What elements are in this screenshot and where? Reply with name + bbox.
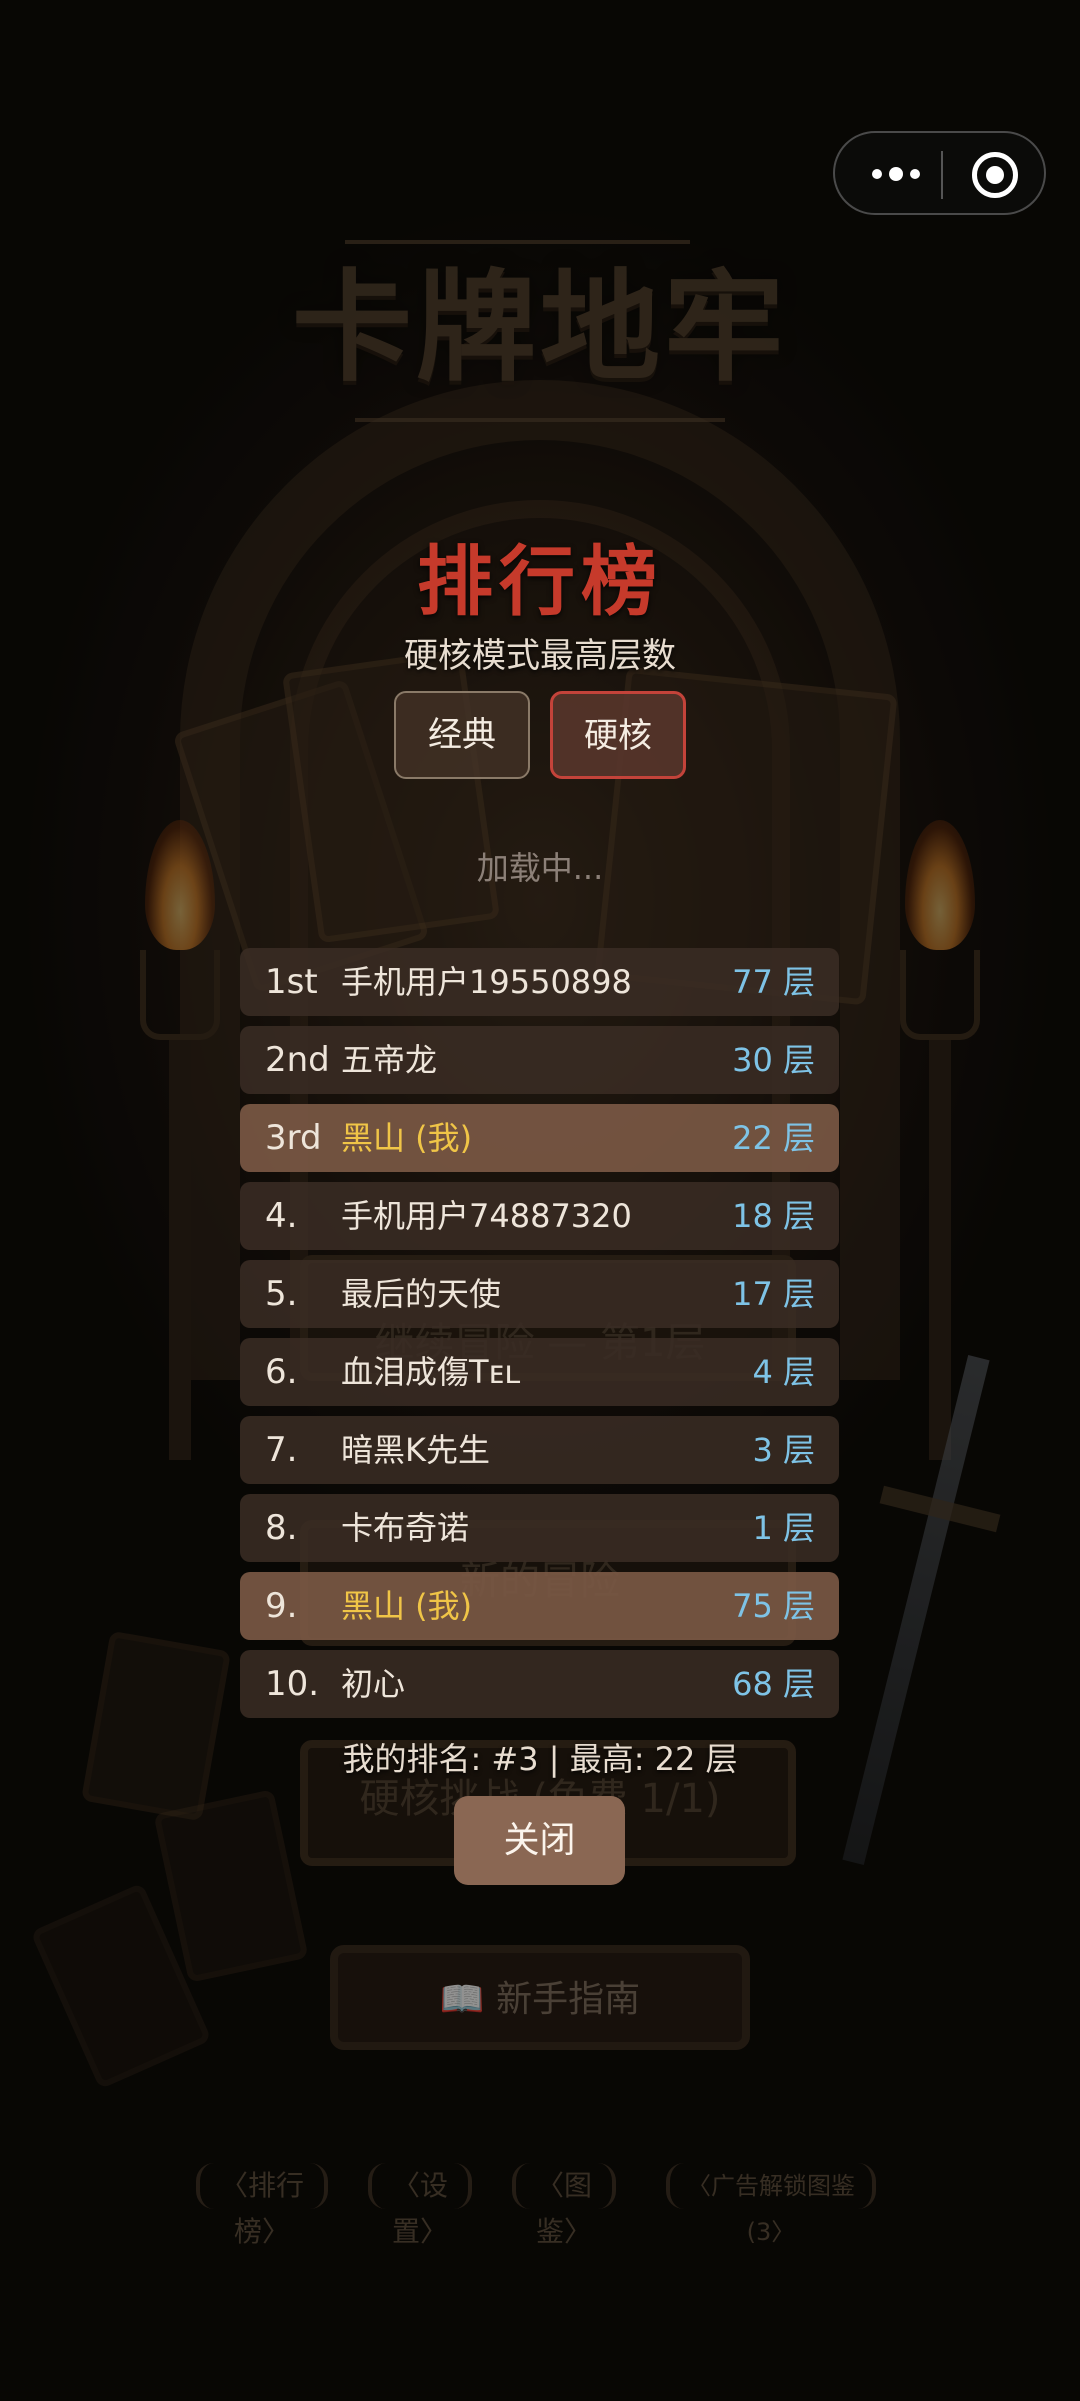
leaderboard-list: 1st 手机用户19550898 77 层 2nd 五帝龙 30 层 3rd 黑… [240,948,839,1728]
tab-hardcore[interactable]: 硬核 [550,691,686,779]
leaderboard-row: 2nd 五帝龙 30 层 [240,1026,839,1094]
rank-position: 5. [265,1274,298,1314]
more-icon[interactable] [861,155,931,193]
player-name: 暗黑K先生 [341,1431,490,1469]
loading-text: 加载中... [476,849,604,887]
floor-count: 68 层 [732,1665,815,1703]
floor-count: 77 层 [732,963,815,1001]
floor-count: 18 层 [732,1197,815,1235]
rank-position: 4. [265,1196,298,1236]
leaderboard-subtitle: 硬核模式最高层数 [404,636,676,676]
my-rank-summary: 我的排名: #3 | 最高: 22 层 [342,1740,738,1778]
player-name: 血泪成傷Tᴇʟ [341,1353,521,1391]
leaderboard-row-self: 3rd 黑山 (我) 22 层 [240,1104,839,1172]
close-button[interactable]: 关闭 [454,1796,625,1885]
tab-classic[interactable]: 经典 [394,691,530,779]
floor-count: 22 层 [732,1119,815,1157]
rank-position: 9. [265,1586,298,1626]
leaderboard-row: 6. 血泪成傷Tᴇʟ 4 层 [240,1338,839,1406]
capsule-divider [941,151,943,199]
exit-miniprogram-icon[interactable] [972,152,1018,198]
rank-position: 1st [265,962,318,1002]
game-screen: 卡牌地牢 继续冒险 — 第1层 新的冒险 硬核挑战 (免费 1/1) 📖 新手指… [0,0,1080,2401]
player-name: 手机用户74887320 [341,1197,632,1235]
player-name: 卡布奇诺 [341,1509,470,1547]
leaderboard-row: 1st 手机用户19550898 77 层 [240,948,839,1016]
floor-count: 3 层 [752,1431,815,1469]
floor-count: 1 层 [752,1509,815,1547]
floor-count: 75 层 [732,1587,815,1625]
rank-position: 2nd [265,1040,330,1080]
floor-count: 30 层 [732,1041,815,1079]
player-name: 手机用户19550898 [341,963,632,1001]
leaderboard-row: 7. 暗黑K先生 3 层 [240,1416,839,1484]
leaderboard-row: 4. 手机用户74887320 18 层 [240,1182,839,1250]
floor-count: 4 层 [752,1353,815,1391]
rank-position: 8. [265,1508,298,1548]
rank-position: 10. [265,1664,320,1704]
leaderboard-row: 5. 最后的天使 17 层 [240,1260,839,1328]
leaderboard-row-self: 9. 黑山 (我) 75 层 [240,1572,839,1640]
leaderboard-row: 10. 初心 68 层 [240,1650,839,1718]
leaderboard-title: 排行榜 [417,537,663,626]
rank-position: 3rd [265,1118,322,1158]
rank-position: 7. [265,1430,298,1470]
miniprogram-capsule [833,131,1046,215]
player-name: 最后的天使 [341,1275,502,1313]
floor-count: 17 层 [732,1275,815,1313]
player-name: 五帝龙 [341,1041,438,1079]
leaderboard-row: 8. 卡布奇诺 1 层 [240,1494,839,1562]
player-name: 初心 [341,1665,406,1703]
rank-position: 6. [265,1352,298,1392]
player-name: 黑山 (我) [341,1119,473,1157]
player-name: 黑山 (我) [341,1587,473,1625]
